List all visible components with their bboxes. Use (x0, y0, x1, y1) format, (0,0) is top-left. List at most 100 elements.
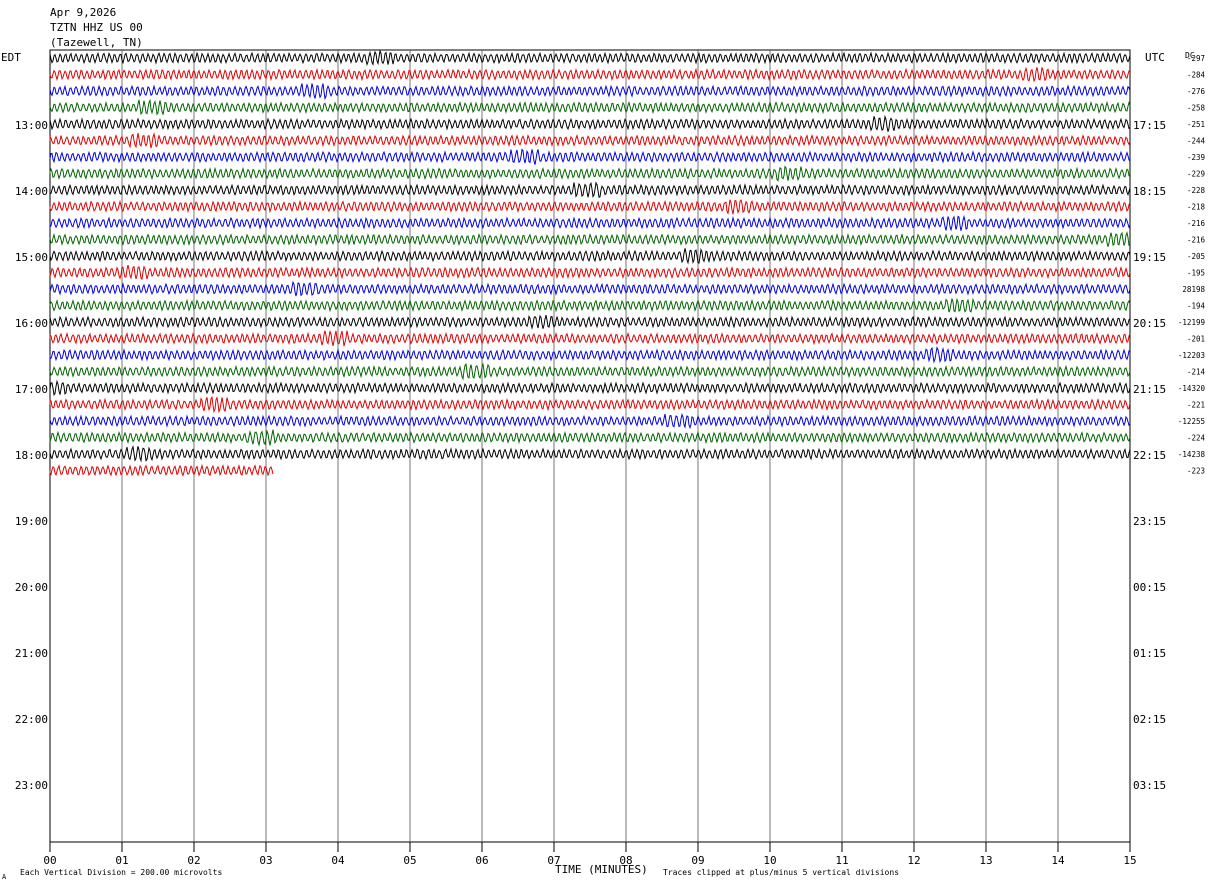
dc-offset-8: -229 (1187, 170, 1205, 179)
dc-offset-5: -251 (1187, 120, 1205, 129)
dc-offset-1: -297 (1187, 54, 1205, 63)
trace-12 (49, 231, 1131, 247)
x-tick-label-10: 10 (763, 854, 776, 867)
hour-label-local-10: 23:00 (15, 779, 48, 792)
x-tick-label-14: 14 (1051, 854, 1065, 867)
trace-5 (49, 114, 1131, 132)
hour-label-utc-1: 18:15 (1133, 185, 1166, 198)
plot-frame (49, 49, 1131, 843)
hour-label-local-4: 17:00 (15, 383, 48, 396)
trace-24 (49, 429, 1131, 447)
hour-label-utc-7: 00:15 (1133, 581, 1166, 594)
dc-offset-25: -14238 (1178, 450, 1206, 459)
local-hour-labels: 13:00 14:00 15:00 16:00 17:00 18:00 19:00 20:00… (15, 119, 48, 792)
dc-offset-21: -14320 (1178, 384, 1206, 393)
x-tick-label-02: 02 (187, 854, 200, 867)
clip-note: Traces clipped at plus/minus 5 vertical … (663, 868, 899, 877)
station-label: TZTN HHZ US 00 (50, 21, 143, 34)
trace-25 (49, 445, 1131, 463)
x-tick-label-04: 04 (331, 854, 345, 867)
trace-7 (49, 148, 1131, 165)
x-axis-title: TIME (MINUTES) (555, 863, 648, 876)
dc-offset-19: -12203 (1178, 351, 1205, 360)
scale-note: Each Vertical Division = 200.00 microvol… (20, 868, 222, 877)
trace-19 (49, 346, 1131, 364)
dc-offset-13: -205 (1187, 252, 1205, 261)
dc-offset-26: -223 (1187, 467, 1205, 476)
x-tick-label-05: 05 (403, 854, 416, 867)
hour-label-local-9: 22:00 (15, 713, 48, 726)
trace-8 (49, 165, 1131, 182)
date-label: Apr 9,2026 (50, 6, 116, 19)
hour-label-local-8: 21:00 (15, 647, 48, 660)
trace-13 (49, 247, 1131, 265)
x-tick-label-01: 01 (115, 854, 128, 867)
dc-offset-16: -194 (1187, 302, 1206, 311)
dc-offset-7: -239 (1187, 153, 1205, 162)
dc-offset-23: -12255 (1178, 417, 1205, 426)
hour-label-utc-6: 23:15 (1133, 515, 1166, 528)
dc-offset-10: -218 (1187, 203, 1206, 212)
dc-offset-9: -228 (1187, 186, 1206, 195)
x-tick-label-12: 12 (907, 854, 920, 867)
left-zone-label: EDT (1, 51, 21, 64)
dc-offset-6: -244 (1187, 137, 1206, 146)
trace-16 (49, 297, 1131, 313)
trace-11 (49, 214, 1131, 232)
trace-3 (49, 83, 1131, 101)
dc-offset-11: -216 (1187, 219, 1206, 228)
x-tick-label-00: 00 (43, 854, 56, 867)
right-zone-label: UTC (1145, 51, 1165, 64)
trace-10 (49, 199, 1131, 215)
hour-label-utc-8: 01:15 (1133, 647, 1166, 660)
dc-offset-labels: -297 -284 -276 -258 -251 -244 -239 -229 -228 -218… (1178, 54, 1206, 476)
trace-14 (49, 264, 1131, 281)
utc-hour-labels: 17:15 18:15 19:15 20:15 21:15 22:15 23:15 00:15… (1133, 119, 1166, 792)
trace-20 (49, 362, 1131, 381)
hour-label-utc-9: 02:15 (1133, 713, 1166, 726)
hour-label-local-2: 15:00 (15, 251, 48, 264)
trace-1 (49, 49, 1131, 66)
dc-offset-20: -214 (1187, 368, 1206, 377)
hour-label-local-1: 14:00 (15, 185, 48, 198)
hour-label-utc-0: 17:15 (1133, 119, 1166, 132)
minute-gridlines (121, 50, 1059, 842)
hour-label-local-3: 16:00 (15, 317, 48, 330)
dc-offset-17: -12199 (1178, 318, 1205, 327)
dc-offset-2: -284 (1187, 71, 1206, 80)
corner-mark: A (2, 873, 7, 881)
trace-6 (49, 132, 1131, 149)
hour-label-local-0: 13:00 (15, 119, 48, 132)
x-tick-label-06: 06 (475, 854, 488, 867)
dc-offset-3: -276 (1187, 87, 1206, 96)
hour-label-local-6: 19:00 (15, 515, 48, 528)
trace-2 (49, 66, 1131, 83)
hour-label-utc-3: 20:15 (1133, 317, 1166, 330)
hour-label-local-7: 20:00 (15, 581, 48, 594)
hour-label-utc-4: 21:15 (1133, 383, 1166, 396)
dc-offset-18: -201 (1187, 335, 1205, 344)
hour-label-utc-5: 22:15 (1133, 449, 1166, 462)
dc-offset-12: -216 (1187, 236, 1206, 245)
dc-offset-22: -221 (1187, 401, 1205, 410)
x-tick-label-09: 09 (691, 854, 704, 867)
trace-17 (49, 314, 1131, 330)
trace-23 (49, 412, 1131, 430)
location-label: (Tazewell, TN) (50, 36, 143, 49)
trace-26 (49, 463, 274, 477)
x-tick-label-03: 03 (259, 854, 272, 867)
x-tick-label-13: 13 (979, 854, 992, 867)
dc-offset-4: -258 (1187, 104, 1206, 113)
dc-offset-24: -224 (1187, 434, 1206, 443)
dc-offset-14: -195 (1187, 269, 1205, 278)
trace-9 (49, 181, 1131, 198)
trace-15 (49, 280, 1131, 297)
x-tick-label-11: 11 (835, 854, 848, 867)
x-tick-label-15: 15 (1123, 854, 1136, 867)
trace-4 (49, 98, 1131, 116)
hour-label-local-5: 18:00 (15, 449, 48, 462)
trace-21 (49, 379, 1131, 397)
seismic-traces (49, 49, 1131, 477)
hour-label-utc-10: 03:15 (1133, 779, 1166, 792)
helicorder-plot: Apr 9,2026 TZTN HHZ US 00 (Tazewell, TN)… (1, 6, 1206, 881)
